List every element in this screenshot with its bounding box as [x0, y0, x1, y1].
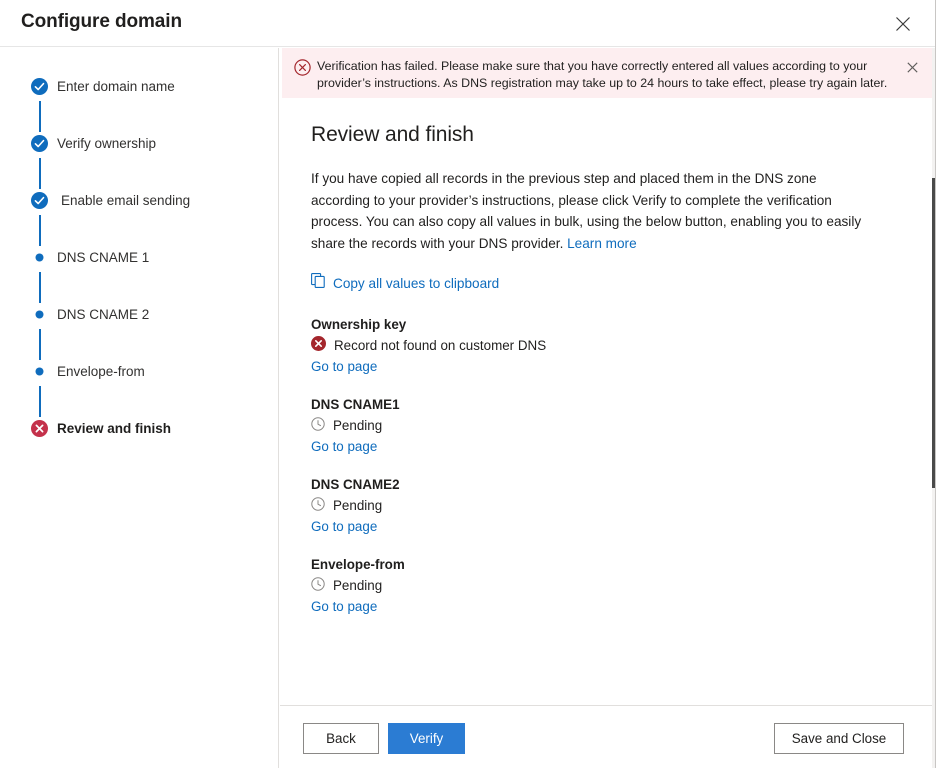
- sidebar-item-dns-cname-2[interactable]: DNS CNAME 2: [31, 303, 149, 325]
- clock-icon: [311, 417, 325, 436]
- record-item: Ownership key Record not found on custom…: [311, 315, 901, 376]
- section-description: If you have copied all records in the pr…: [311, 168, 877, 254]
- record-title: Ownership key: [311, 315, 901, 334]
- dialog-header: Configure domain: [0, 0, 936, 47]
- check-circle-icon: [31, 192, 48, 209]
- sidebar-item-label: Envelope-from: [57, 364, 145, 379]
- record-status-label: Record not found on customer DNS: [334, 337, 546, 355]
- sidebar-item-dns-cname-1[interactable]: DNS CNAME 1: [31, 246, 149, 268]
- sidebar-item-envelope-from[interactable]: Envelope-from: [31, 360, 145, 382]
- sidebar-item-label: Review and finish: [57, 421, 171, 436]
- dialog-footer: Back Verify Save and Close: [280, 705, 935, 768]
- close-glyph: [907, 62, 918, 73]
- step-connector: [39, 329, 41, 360]
- banner-close-icon[interactable]: [903, 58, 921, 76]
- record-status-label: Pending: [333, 417, 382, 435]
- status-badge: Pending: [311, 417, 901, 435]
- record-title: DNS CNAME2: [311, 475, 901, 494]
- status-badge: Pending: [311, 497, 901, 515]
- status-badge: Record not found on customer DNS: [311, 337, 901, 355]
- error-banner-text: Verification has failed. Please make sur…: [317, 58, 897, 92]
- step-connector: [39, 386, 41, 417]
- record-status-label: Pending: [333, 497, 382, 515]
- go-to-page-link[interactable]: Go to page: [311, 358, 377, 376]
- scrollbar-track[interactable]: [932, 48, 935, 768]
- status-badge: Pending: [311, 577, 901, 595]
- record-title: Envelope-from: [311, 555, 901, 574]
- record-title: DNS CNAME1: [311, 395, 901, 414]
- sidebar-item-enter-domain-name[interactable]: Enter domain name: [31, 75, 175, 97]
- check-circle-icon: [31, 78, 48, 95]
- sidebar-item-label: Enable email sending: [61, 193, 190, 208]
- page-title: Configure domain: [21, 11, 182, 33]
- learn-more-link[interactable]: Learn more: [567, 236, 637, 251]
- save-and-close-button[interactable]: Save and Close: [774, 723, 904, 754]
- check-circle-icon: [31, 135, 48, 152]
- clock-icon: [311, 577, 325, 596]
- record-item: DNS CNAME1 Pending Go to page: [311, 395, 901, 456]
- configure-domain-dialog: Configure domain Enter domain name: [0, 0, 936, 768]
- section-heading: Review and finish: [311, 123, 901, 147]
- sidebar-item-label: Verify ownership: [57, 136, 156, 151]
- records-list: Ownership key Record not found on custom…: [311, 315, 901, 616]
- go-to-page-link[interactable]: Go to page: [311, 598, 377, 616]
- dot-icon: [31, 306, 48, 323]
- sidebar-item-review-and-finish[interactable]: Review and finish: [31, 417, 171, 439]
- close-glyph: [895, 16, 911, 32]
- dot-icon: [31, 363, 48, 380]
- step-connector: [39, 272, 41, 303]
- main-body: Review and finish If you have copied all…: [311, 123, 901, 616]
- sidebar-item-label: DNS CNAME 1: [57, 250, 149, 265]
- step-connector: [39, 215, 41, 246]
- sidebar-item-verify-ownership[interactable]: Verify ownership: [31, 132, 156, 154]
- error-circle-icon: [311, 336, 326, 356]
- back-button[interactable]: Back: [303, 723, 379, 754]
- verify-button[interactable]: Verify: [388, 723, 465, 754]
- record-item: Envelope-from Pending Go to page: [311, 555, 901, 616]
- close-icon[interactable]: [888, 10, 918, 38]
- copy-all-values-button[interactable]: Copy all values to clipboard: [311, 273, 499, 293]
- step-connector: [39, 101, 41, 132]
- record-item: DNS CNAME2 Pending Go to page: [311, 475, 901, 536]
- clock-icon: [311, 497, 325, 516]
- copy-all-values-label: Copy all values to clipboard: [333, 276, 499, 291]
- dot-icon: [31, 249, 48, 266]
- sidebar-item-enable-email-sending[interactable]: Enable email sending: [31, 189, 190, 211]
- content-pane: Verification has failed. Please make sur…: [280, 48, 935, 705]
- sidebar-item-label: DNS CNAME 2: [57, 307, 149, 322]
- error-circle-icon: [31, 420, 48, 437]
- sidebar-item-label: Enter domain name: [57, 79, 175, 94]
- error-circle-outline-icon: [294, 59, 311, 76]
- copy-icon: [311, 273, 326, 293]
- record-status-label: Pending: [333, 577, 382, 595]
- go-to-page-link[interactable]: Go to page: [311, 518, 377, 536]
- wizard-step-rail: Enter domain name Verify ownership Enabl…: [0, 48, 279, 768]
- go-to-page-link[interactable]: Go to page: [311, 438, 377, 456]
- error-banner: Verification has failed. Please make sur…: [282, 48, 933, 98]
- scrollbar-thumb[interactable]: [932, 178, 935, 488]
- step-connector: [39, 158, 41, 189]
